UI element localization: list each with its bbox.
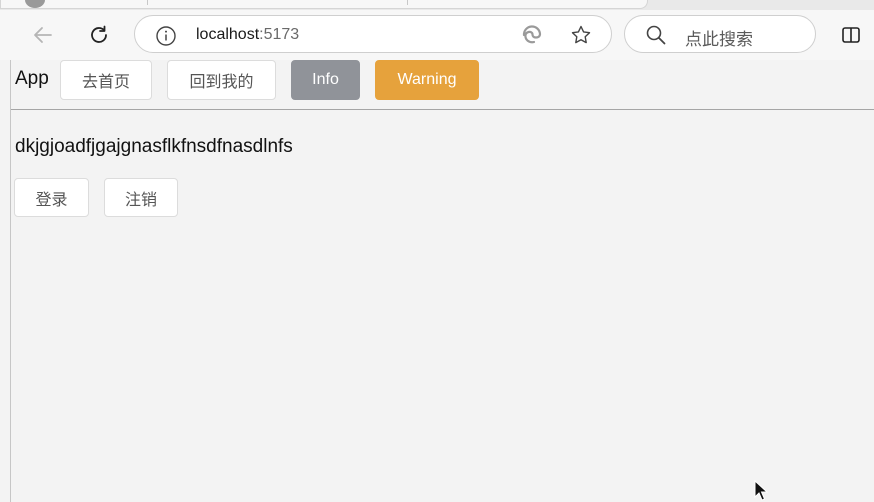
refresh-icon — [91, 25, 107, 43]
browser-window: localhost:5173 点此搜索 App 去首页 回到我的 Info Wa… — [0, 0, 874, 502]
tab-strip — [0, 0, 874, 10]
url-port: :5173 — [259, 26, 300, 43]
mouse-cursor-icon — [754, 480, 769, 501]
search-placeholder: 点此搜索 — [685, 30, 753, 49]
split-screen-button[interactable] — [835, 19, 867, 51]
login-button[interactable]: 登录 — [14, 178, 89, 217]
browser-search-box[interactable]: 点此搜索 — [624, 15, 816, 53]
divider — [11, 109, 874, 110]
back-arrow-icon — [34, 27, 52, 43]
page-viewport: App 去首页 回到我的 Info Warning dkjgjoadfjgajg… — [0, 60, 874, 502]
app-title: App — [15, 68, 49, 89]
logout-button[interactable]: 注销 — [104, 178, 178, 217]
tab-divider — [407, 0, 408, 5]
address-bar[interactable]: localhost:5173 — [134, 15, 612, 53]
tab-divider — [147, 0, 148, 5]
edge-icon[interactable] — [521, 24, 543, 46]
browser-toolbar: localhost:5173 点此搜索 — [0, 10, 874, 60]
split-screen-icon — [842, 27, 860, 43]
page-border — [10, 60, 11, 502]
star-icon[interactable] — [570, 24, 592, 46]
info-icon[interactable] — [155, 25, 177, 47]
active-tab[interactable] — [0, 0, 648, 9]
warning-button[interactable]: Warning — [375, 60, 479, 100]
info-button[interactable]: Info — [291, 60, 360, 100]
url-text[interactable]: localhost:5173 — [196, 26, 299, 44]
back-button[interactable] — [27, 19, 59, 51]
url-host: localhost — [196, 26, 260, 43]
go-home-button[interactable]: 去首页 — [60, 60, 152, 100]
content-text: dkjgjoadfjgajgnasflkfnsdfnasdlnfs — [15, 136, 293, 157]
back-to-mine-button[interactable]: 回到我的 — [167, 60, 276, 100]
search-icon — [646, 25, 666, 45]
tab-favicon-icon — [25, 0, 45, 8]
refresh-button[interactable] — [83, 19, 115, 51]
